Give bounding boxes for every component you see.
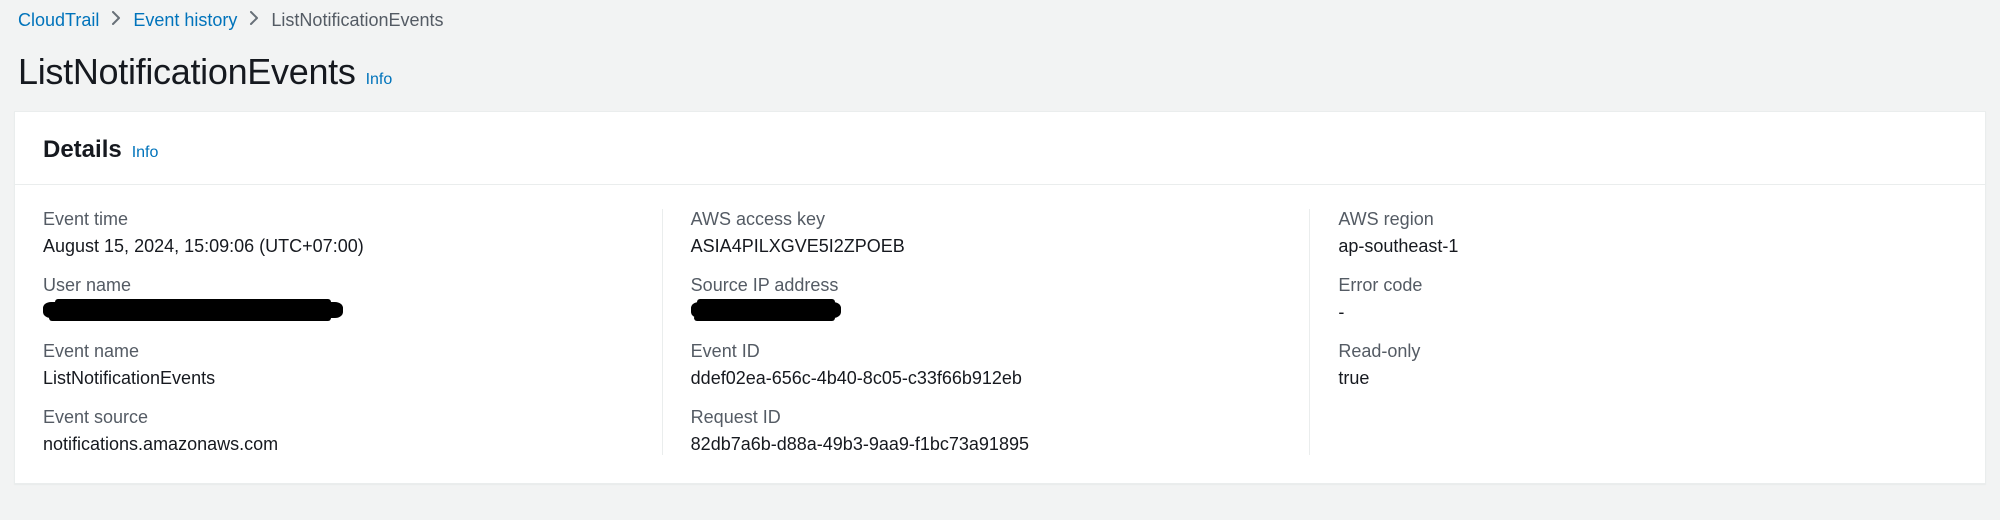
source-ip-label: Source IP address — [691, 275, 1282, 296]
aws-region-value: ap-southeast-1 — [1338, 236, 1929, 257]
user-name-label: User name — [43, 275, 634, 296]
aws-region-field: AWS region ap-southeast-1 — [1338, 209, 1929, 257]
event-time-value: August 15, 2024, 15:09:06 (UTC+07:00) — [43, 236, 634, 257]
event-name-field: Event name ListNotificationEvents — [43, 341, 634, 389]
page-header: ListNotificationEvents Info — [0, 37, 2000, 111]
details-column-3: AWS region ap-southeast-1 Error code - R… — [1309, 209, 1957, 455]
redacted-value — [691, 302, 841, 318]
aws-region-label: AWS region — [1338, 209, 1929, 230]
chevron-right-icon — [111, 11, 121, 30]
error-code-label: Error code — [1338, 275, 1929, 296]
request-id-field: Request ID 82db7a6b-d88a-49b3-9aa9-f1bc7… — [691, 407, 1282, 455]
event-name-label: Event name — [43, 341, 634, 362]
info-link[interactable]: Info — [132, 144, 159, 162]
event-id-value: ddef02ea-656c-4b40-8c05-c33f66b912eb — [691, 368, 1282, 389]
source-ip-field: Source IP address — [691, 275, 1282, 323]
event-time-field: Event time August 15, 2024, 15:09:06 (UT… — [43, 209, 634, 257]
details-column-2: AWS access key ASIA4PILXGVE5I2ZPOEB Sour… — [662, 209, 1310, 455]
page-title: ListNotificationEvents — [18, 51, 356, 93]
details-body: Event time August 15, 2024, 15:09:06 (UT… — [15, 185, 1985, 483]
source-ip-value — [691, 302, 1282, 323]
event-id-field: Event ID ddef02ea-656c-4b40-8c05-c33f66b… — [691, 341, 1282, 389]
event-source-field: Event source notifications.amazonaws.com — [43, 407, 634, 455]
breadcrumb-current: ListNotificationEvents — [271, 10, 443, 31]
redacted-value — [43, 302, 343, 318]
read-only-label: Read-only — [1338, 341, 1929, 362]
request-id-value: 82db7a6b-d88a-49b3-9aa9-f1bc73a91895 — [691, 434, 1282, 455]
aws-access-key-label: AWS access key — [691, 209, 1282, 230]
error-code-value: - — [1338, 302, 1929, 323]
aws-access-key-field: AWS access key ASIA4PILXGVE5I2ZPOEB — [691, 209, 1282, 257]
event-time-label: Event time — [43, 209, 634, 230]
read-only-value: true — [1338, 368, 1929, 389]
event-source-label: Event source — [43, 407, 634, 428]
error-code-field: Error code - — [1338, 275, 1929, 323]
aws-access-key-value: ASIA4PILXGVE5I2ZPOEB — [691, 236, 1282, 257]
read-only-field: Read-only true — [1338, 341, 1929, 389]
details-panel: Details Info Event time August 15, 2024,… — [14, 111, 1986, 484]
chevron-right-icon — [249, 11, 259, 30]
breadcrumb-link-event-history[interactable]: Event history — [133, 10, 237, 31]
event-source-value: notifications.amazonaws.com — [43, 434, 634, 455]
info-link[interactable]: Info — [366, 71, 393, 89]
breadcrumb: CloudTrail Event history ListNotificatio… — [0, 0, 2000, 37]
request-id-label: Request ID — [691, 407, 1282, 428]
breadcrumb-link-cloudtrail[interactable]: CloudTrail — [18, 10, 99, 31]
user-name-value — [43, 302, 634, 323]
event-id-label: Event ID — [691, 341, 1282, 362]
user-name-field: User name — [43, 275, 634, 323]
event-name-value: ListNotificationEvents — [43, 368, 634, 389]
panel-header: Details Info — [15, 112, 1985, 185]
panel-title: Details — [43, 136, 122, 164]
details-column-1: Event time August 15, 2024, 15:09:06 (UT… — [43, 209, 662, 455]
